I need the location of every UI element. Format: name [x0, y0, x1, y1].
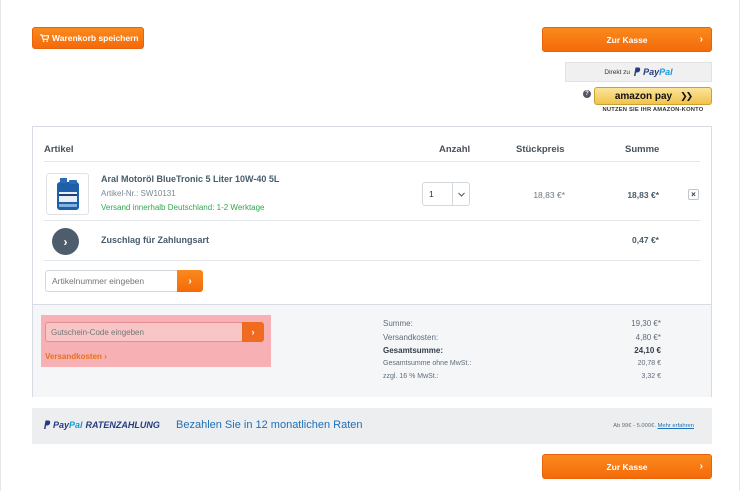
apply-voucher-button[interactable]: › — [242, 322, 264, 342]
checkout-button-top[interactable]: Zur Kasse › — [542, 27, 712, 52]
totals-value: 3,32 € — [641, 373, 661, 380]
chevron-right-icon: › — [699, 461, 703, 472]
header-quantity: Anzahl — [439, 144, 471, 155]
product-image[interactable] — [46, 173, 89, 215]
surcharge-label: Zuschlag für Zahlungsart — [101, 235, 210, 245]
unit-price: 18,83 €* — [533, 190, 565, 200]
product-sku: Artikel-Nr.: SW10131 — [101, 189, 176, 198]
paypal-direct-button[interactable]: Direkt zu Pay Pal — [565, 62, 712, 82]
chevron-right-icon: › — [699, 34, 703, 45]
chevron-right-icon: › — [251, 327, 255, 337]
paypal-direct-prefix: Direkt zu — [604, 68, 631, 76]
checkout-label: Zur Kasse — [606, 34, 648, 45]
cart-icon — [40, 34, 49, 42]
cart-table-header: Artikel Anzahl Stückpreis Summe — [33, 127, 711, 161]
divider — [44, 161, 700, 162]
save-cart-button[interactable]: Warenkorb speichern — [32, 27, 144, 49]
totals-label: Gesamtsumme: — [383, 346, 444, 355]
chevron-right-circle-icon: › — [52, 228, 79, 255]
quantity-select[interactable]: 1 — [422, 182, 470, 206]
paypal-icon — [634, 67, 641, 76]
amazon-pay-note: NUTZEN SIE IHR AMAZON-KONTO — [602, 107, 704, 113]
paypal-brand-pal: Pal — [69, 420, 83, 430]
totals-section: › Versandkosten › Summe: 19,30 €* Versan… — [33, 304, 711, 397]
remove-item-button[interactable]: × — [688, 189, 699, 200]
surcharge-total: 0,47 €* — [632, 235, 659, 245]
amazon-pay-button[interactable]: amazon pay ❯❯ — [594, 87, 712, 105]
double-chevron-right-icon: ❯❯ — [680, 90, 693, 101]
header-total: Summe — [625, 144, 660, 155]
close-icon: × — [691, 190, 696, 199]
paypal-installments-banner: Pay Pal RATENZAHLUNG Bezahlen Sie in 12 m… — [32, 408, 712, 444]
totals-value: 20,78 € — [637, 360, 661, 367]
chevron-right-icon: › — [188, 275, 192, 287]
voucher-input[interactable] — [45, 322, 243, 342]
article-number-input[interactable] — [45, 270, 178, 292]
add-article-button[interactable]: › — [177, 270, 203, 292]
product-shipping-info: Versand innerhalb Deutschland: 1-2 Werkt… — [101, 203, 265, 212]
header-article: Artikel — [44, 144, 74, 155]
installments-text: Bezahlen Sie in 12 monatlichen Raten — [176, 419, 363, 431]
paypal-logo: Pay Pal RATENZAHLUNG — [43, 420, 160, 430]
checkout-label: Zur Kasse — [606, 461, 648, 472]
checkout-button-bottom[interactable]: Zur Kasse › — [542, 454, 712, 479]
help-icon[interactable]: ? — [583, 90, 591, 98]
quantity-value: 1 — [429, 189, 434, 199]
item-total: 18,83 €* — [627, 190, 659, 200]
paypal-brand-pal: Pal — [659, 67, 673, 77]
learn-more-link[interactable]: Mehr erfahren — [658, 423, 694, 429]
paypal-icon — [44, 420, 51, 429]
paypal-brand-pay: Pay — [53, 420, 70, 430]
totals-label: Gesamtsumme ohne MwSt.: — [383, 360, 472, 367]
installments-range-text: Ab 99€ - 5.000€. — [613, 423, 656, 429]
divider — [44, 260, 700, 261]
shipping-costs-link[interactable]: Versandkosten › — [45, 352, 107, 361]
totals-value: 19,30 €* — [631, 319, 661, 328]
cart-table: Artikel Anzahl Stückpreis Summe Aral Mot… — [32, 126, 712, 397]
totals-value: 24,10 € — [634, 346, 661, 355]
paypal-brand-suffix: RATENZAHLUNG — [85, 420, 160, 430]
divider — [44, 220, 700, 221]
paypal-brand-pay: Pay — [643, 67, 660, 77]
paypal-logo: Pay Pal — [633, 67, 673, 77]
totals-label: Summe: — [383, 319, 413, 328]
header-unit-price: Stückpreis — [516, 144, 565, 155]
totals-label: zzgl. 16 % MwSt.: — [383, 373, 439, 380]
amazon-pay-label: amazon pay — [614, 90, 673, 102]
totals-value: 4,80 €* — [635, 333, 661, 342]
totals-label: Versandkosten: — [383, 333, 439, 342]
oil-canister-icon — [57, 178, 79, 210]
save-cart-label: Warenkorb speichern — [52, 33, 139, 43]
chevron-down-icon — [452, 183, 469, 205]
product-name[interactable]: Aral Motoröl BlueTronic 5 Liter 10W-40 5… — [101, 174, 279, 184]
installments-range: Ab 99€ - 5.000€. Mehr erfahren — [613, 423, 694, 429]
